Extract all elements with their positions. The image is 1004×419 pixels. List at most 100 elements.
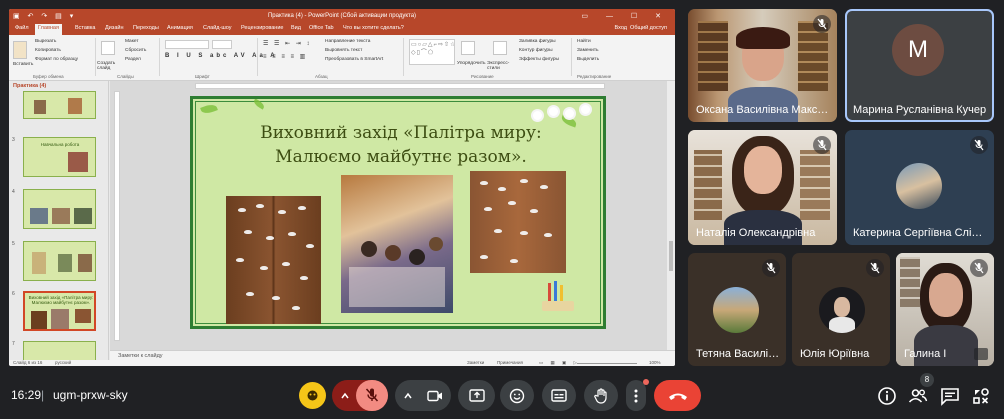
present-screen-button[interactable] [458, 380, 495, 411]
font-name-select[interactable] [165, 40, 209, 49]
align-buttons[interactable]: ≡ ≡ ≡ ≡ ▥ [263, 53, 307, 60]
comments-toggle[interactable]: Примечания [497, 360, 523, 365]
shape-outline-button[interactable]: Контур фигуры [519, 48, 553, 53]
activities-icon[interactable] [971, 386, 991, 406]
participant-tile[interactable]: Галина І [896, 253, 994, 366]
zoom-level[interactable]: 100% [649, 360, 661, 365]
slide-thumbnail[interactable]: Навчальна робота [23, 137, 96, 177]
info-icon[interactable] [877, 386, 897, 406]
participant-tile[interactable]: Наталія Олександрівна [688, 130, 837, 245]
shape-fill-button[interactable]: Заливка фигуры [519, 39, 556, 44]
slide-thumbnail[interactable] [23, 341, 96, 361]
smartart-button[interactable]: Преобразовать в SmartArt [325, 57, 383, 62]
more-options-button[interactable] [626, 379, 649, 411]
people-icon[interactable] [908, 386, 928, 406]
paste-icon[interactable] [13, 41, 27, 59]
camera-button-group[interactable] [395, 380, 451, 411]
shape-effects-button[interactable]: Эффекты фигуры [519, 57, 559, 62]
companion-button[interactable] [299, 382, 326, 409]
tab-home[interactable]: Главная [35, 24, 62, 35]
chat-icon[interactable] [940, 386, 960, 406]
mic-button-group[interactable] [332, 380, 388, 411]
tab-design[interactable]: Дизайн [105, 25, 124, 31]
tab-slideshow[interactable]: Слайд-шоу [203, 25, 232, 31]
language-status[interactable]: русский [55, 360, 71, 365]
format-painter-button[interactable]: Формат по образцу [35, 57, 78, 62]
vertical-scrollbar[interactable] [667, 81, 675, 351]
slide-thumbnail[interactable] [23, 189, 96, 229]
participant-tile[interactable]: M Марина Русланівна Кучер [845, 9, 994, 122]
section-button[interactable]: Раздел [125, 57, 141, 62]
select-button[interactable]: Выделить [577, 57, 599, 62]
chevron-up-icon[interactable] [403, 391, 413, 401]
scrollbar-thumb[interactable] [669, 241, 673, 271]
text-direction-button[interactable]: Направление текста [325, 39, 370, 44]
shared-screen-powerpoint[interactable]: ▣ ↶ ↷ ▤ ▾ Практика (4) - PowerPoint (Сбо… [9, 9, 675, 366]
tab-transitions[interactable]: Переходы [133, 25, 159, 31]
ppt-account-area[interactable]: Вход Общий доступ [615, 25, 667, 31]
zoom-slider[interactable] [577, 363, 637, 364]
participant-tile[interactable]: Оксана Василівна Максименко [688, 9, 837, 122]
slide-thumbnail[interactable] [23, 241, 96, 281]
font-format-buttons[interactable]: B I U S abc AV Aa A [165, 53, 278, 59]
current-slide[interactable]: Виховний захід «Палітра миру: Малюємо ма… [190, 96, 606, 329]
slide-thumbnail-selected[interactable]: Виховний захід «Палітра миру: Малюємо ма… [23, 291, 96, 331]
participant-tile[interactable]: Юлія Юріївна [792, 253, 890, 366]
window-controls-icon[interactable]: ▭ — ☐ ✕ [581, 12, 669, 20]
paste-button[interactable]: Вставить [13, 62, 33, 67]
view-buttons-icon[interactable]: ▭ ▦ ▣ ▷ [539, 360, 580, 366]
slide-photo-group[interactable] [341, 175, 453, 313]
leave-call-button[interactable] [654, 380, 701, 411]
mic-off-button[interactable] [356, 380, 388, 411]
share-link[interactable]: Общий доступ [630, 25, 667, 31]
dove-shape [544, 233, 552, 237]
slide-canvas[interactable]: Виховний захід «Палітра миру: Малюємо ма… [110, 81, 675, 360]
participant-tile[interactable]: Тетяна Василівна [688, 253, 786, 366]
replace-button[interactable]: Заменить [577, 48, 599, 53]
arrange-button[interactable]: Упорядочить [457, 61, 486, 66]
slide-thumbnail[interactable] [23, 91, 96, 119]
thumb-photo [31, 311, 47, 329]
tab-view[interactable]: Вид [291, 25, 301, 31]
chevron-up-icon[interactable] [340, 391, 350, 401]
video-camera-icon[interactable] [427, 390, 443, 402]
list-buttons[interactable]: ☰ ☰ ⇤ ⇥ ↕ [263, 40, 311, 47]
new-slide-button[interactable]: Создать слайд [97, 61, 119, 71]
captions-button[interactable] [542, 380, 576, 411]
tab-animations[interactable]: Анимация [167, 25, 193, 31]
tab-review[interactable]: Рецензирование [241, 25, 283, 31]
quick-styles-button[interactable]: Экспресс-стили [487, 61, 513, 71]
slide-photo-doves-wall[interactable] [470, 171, 566, 273]
layout-button[interactable]: Макет [125, 39, 139, 44]
mic-off-icon [813, 15, 831, 33]
sign-in-link[interactable]: Вход [615, 25, 627, 31]
tab-insert[interactable]: Вставка [75, 25, 95, 31]
flower-decoration [565, 109, 574, 118]
shapes-gallery[interactable]: ▭○▱△⌐⇨⇧☆{}◇▯⌒⬠ [409, 39, 455, 65]
tell-me-search[interactable]: Что вы хотите сделать? [343, 25, 404, 31]
reactions-button[interactable] [500, 380, 534, 411]
find-button[interactable]: Найти [577, 39, 591, 44]
copy-button[interactable]: Копировать [35, 48, 61, 53]
participant-tile[interactable]: Катерина Сергіївна Сліпенко [845, 130, 994, 245]
mic-off-icon [762, 259, 780, 277]
slide-thumbnails-panel[interactable]: Практика (4) 3 Навчальна робота 4 5 6 Ви… [9, 81, 109, 361]
font-size-select[interactable] [212, 40, 232, 49]
tab-office-tab[interactable]: Office Tab [309, 25, 334, 31]
people-count-badge: 8 [920, 373, 934, 387]
tab-file[interactable]: Файл [15, 25, 29, 31]
reset-button[interactable]: Сбросить [125, 48, 146, 53]
raise-hand-button[interactable] [584, 380, 618, 411]
arrange-icon[interactable] [461, 41, 475, 55]
person-hair [736, 27, 790, 49]
slide-notes-area[interactable]: Заметки к слайду [110, 350, 675, 360]
participant-name: Оксана Василівна Максименко [696, 104, 831, 116]
cut-button[interactable]: Вырезать [35, 39, 56, 44]
slide-photo-doves-door[interactable] [226, 196, 321, 324]
new-slide-icon[interactable] [101, 41, 115, 55]
quick-styles-icon[interactable] [493, 41, 507, 55]
align-text-button[interactable]: Выровнять текст [325, 48, 362, 53]
dove-shape [236, 258, 244, 262]
notes-toggle[interactable]: Заметки [467, 360, 484, 365]
ppt-title-bar: ▣ ↶ ↷ ▤ ▾ Практика (4) - PowerPoint (Сбо… [9, 9, 675, 23]
